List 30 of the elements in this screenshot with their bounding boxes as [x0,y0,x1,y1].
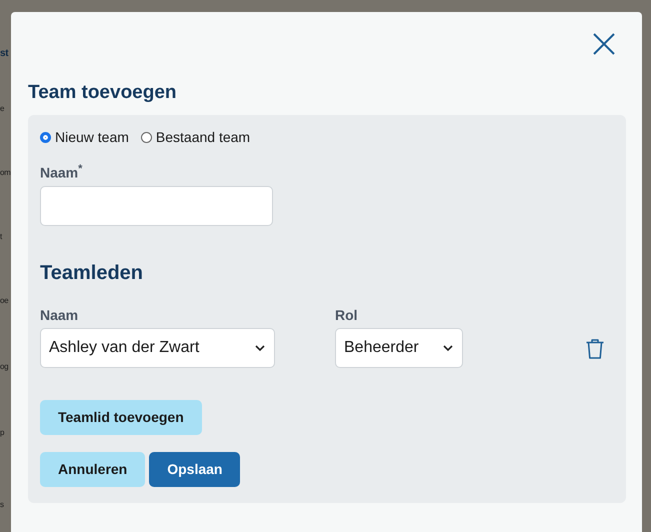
field-label: Naam [40,164,78,181]
background-text: og [0,362,8,371]
dialog-title: Team toevoegen [28,82,178,104]
close-icon [592,32,616,56]
background-text: om [0,168,11,177]
section-heading: Teamleden [40,262,144,285]
chevron-icon [442,344,454,352]
background-text: st [0,48,8,59]
chevron-icon [254,344,266,352]
background-text: p [0,428,4,437]
radio-button[interactable] [140,132,152,142]
background-text: oe [0,296,8,305]
radio-label[interactable]: Nieuw team [55,129,129,145]
background-text: e [0,104,4,113]
radio-label[interactable]: Bestaand team [156,129,250,145]
close-button[interactable] [592,32,616,56]
background-text: t [0,232,2,241]
add-member-button[interactable]: Teamlid toevoegen [40,400,202,435]
role-select[interactable]: Beheerder [335,328,463,368]
delete-button[interactable] [585,338,605,360]
required-mark: * [78,163,82,175]
name-input-field[interactable] [40,186,273,226]
radio-button[interactable] [40,132,51,142]
save-button[interactable]: Opslaan [149,452,240,487]
column-label: Rol [335,306,359,323]
member-select[interactable]: Ashley van der Zwart [40,328,275,368]
trash-icon [585,338,605,360]
background-text: s [0,500,4,509]
cancel-button[interactable]: Annuleren [40,452,146,487]
column-label: Naam [40,306,80,323]
